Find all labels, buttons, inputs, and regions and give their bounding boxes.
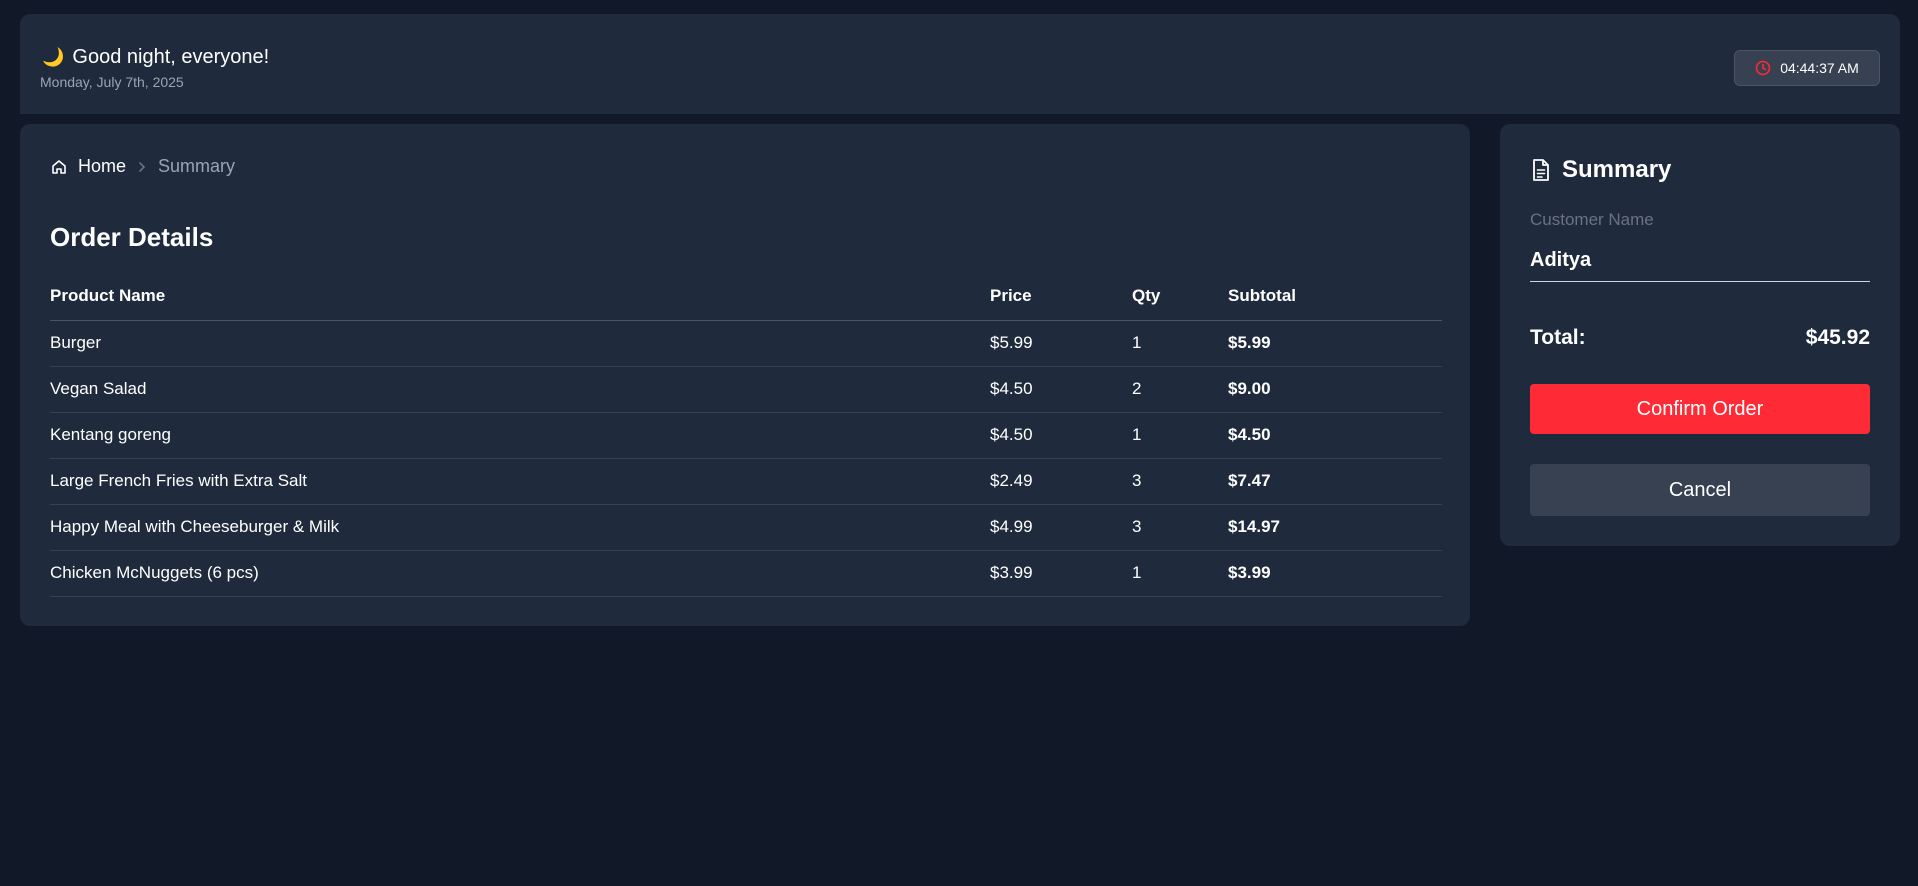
page-title: Order Details [50, 222, 214, 252]
product-price: $3.99 [990, 550, 1132, 597]
summary-title: Summary [1562, 156, 1672, 183]
order-table: Product Name Price Qty Subtotal Burger $… [50, 284, 1442, 597]
confirm-order-button[interactable]: Confirm Order [1530, 384, 1870, 434]
column-header-subtotal: Subtotal [1228, 284, 1442, 321]
top-header: 🌙 Good night, everyone! Monday, July 7th… [20, 14, 1900, 114]
product-subtotal: $7.47 [1228, 458, 1442, 505]
total-value: $45.92 [1805, 326, 1870, 349]
product-qty: 2 [1132, 366, 1228, 413]
product-subtotal: $14.97 [1228, 504, 1442, 551]
cancel-button[interactable]: Cancel [1530, 464, 1870, 516]
product-subtotal: $9.00 [1228, 366, 1442, 413]
breadcrumb-current: Summary [158, 156, 236, 176]
product-qty: 3 [1132, 504, 1228, 551]
product-price: $4.50 [990, 366, 1132, 413]
product-qty: 1 [1132, 320, 1228, 367]
product-name: Chicken McNuggets (6 pcs) [50, 550, 990, 597]
total-label: Total: [1530, 326, 1586, 349]
table-row: Vegan Salad $4.50 2 $9.00 [50, 366, 1442, 413]
breadcrumb-home-link[interactable]: Home [78, 156, 126, 177]
product-name: Happy Meal with Cheeseburger & Milk [50, 504, 990, 551]
current-date: Monday, July 7th, 2025 [40, 74, 184, 90]
column-header-qty: Qty [1132, 284, 1228, 321]
product-price: $4.99 [990, 504, 1132, 551]
summary-heading: Summary [1530, 156, 1671, 184]
chevron-right-icon [136, 161, 148, 173]
customer-name-input[interactable] [1530, 240, 1870, 282]
clock-badge: 04:44:37 AM [1734, 50, 1880, 86]
customer-name-label: Customer Name [1530, 210, 1654, 229]
product-name: Large French Fries with Extra Salt [50, 458, 990, 505]
product-qty: 1 [1132, 412, 1228, 459]
table-header-row: Product Name Price Qty Subtotal [50, 284, 1442, 321]
product-price: $2.49 [990, 458, 1132, 505]
clock-icon [1755, 60, 1771, 76]
table-row: Burger $5.99 1 $5.99 [50, 320, 1442, 367]
table-row: Kentang goreng $4.50 1 $4.50 [50, 412, 1442, 459]
total-row: Total: $45.92 [1530, 326, 1870, 350]
clock-time: 04:44:37 AM [1780, 60, 1859, 76]
breadcrumb: Home Summary [50, 156, 235, 177]
home-icon[interactable] [50, 158, 68, 176]
product-name: Vegan Salad [50, 366, 990, 413]
table-row: Chicken McNuggets (6 pcs) $3.99 1 $3.99 [50, 550, 1442, 597]
column-header-product: Product Name [50, 284, 990, 321]
product-subtotal: $5.99 [1228, 320, 1442, 367]
document-icon [1530, 158, 1552, 182]
moon-icon: 🌙 [42, 47, 65, 67]
product-name: Burger [50, 320, 990, 367]
product-price: $5.99 [990, 320, 1132, 367]
table-row: Large French Fries with Extra Salt $2.49… [50, 458, 1442, 505]
product-qty: 1 [1132, 550, 1228, 597]
table-row: Happy Meal with Cheeseburger & Milk $4.9… [50, 504, 1442, 551]
product-price: $4.50 [990, 412, 1132, 459]
order-details-card: Home Summary Order Details Product Name … [20, 124, 1470, 626]
summary-card: Summary Customer Name Total: $45.92 Conf… [1500, 124, 1900, 546]
product-name: Kentang goreng [50, 412, 990, 459]
product-qty: 3 [1132, 458, 1228, 505]
product-subtotal: $4.50 [1228, 412, 1442, 459]
greeting-text: Good night, everyone! [72, 46, 270, 68]
product-subtotal: $3.99 [1228, 550, 1442, 597]
greeting: 🌙 Good night, everyone! [42, 46, 269, 69]
column-header-price: Price [990, 284, 1132, 321]
